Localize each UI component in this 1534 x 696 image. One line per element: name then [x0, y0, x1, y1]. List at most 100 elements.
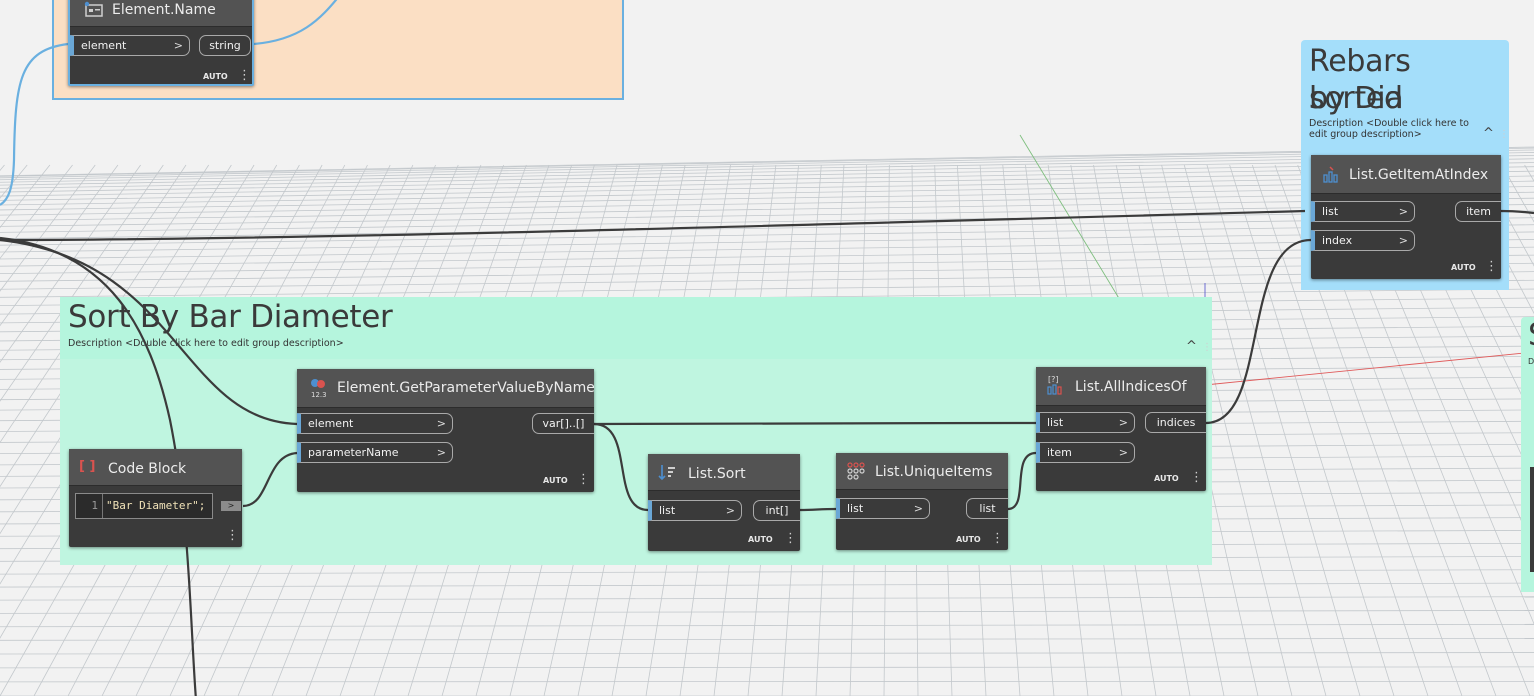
group-description[interactable]: D [1528, 357, 1534, 366]
output-port-var[interactable]: var[]..[] [532, 413, 594, 434]
node-list-unique-items[interactable]: List.UniqueItems list > list AUTO ⋮ [836, 453, 1008, 550]
port-label: item [1047, 446, 1072, 459]
list-get-item-icon [1323, 166, 1338, 183]
port-label: indices [1156, 416, 1196, 429]
port-arrow-icon: > [436, 417, 446, 430]
svg-text:[?]: [?] [1048, 375, 1059, 384]
port-label: list [1322, 205, 1339, 218]
node-title: Code Block [108, 461, 187, 477]
node-header[interactable]: List.UniqueItems [836, 453, 1008, 490]
node-list-get-item-at-index[interactable]: List.GetItemAtIndex list > index > item … [1311, 155, 1501, 279]
grid-row-line [0, 637, 1534, 641]
port-label: element [308, 417, 354, 430]
lacing-label[interactable]: AUTO [748, 535, 773, 544]
node-header[interactable]: [ ] Code Block [69, 449, 242, 486]
node-header[interactable]: List.Sort [648, 454, 800, 491]
sort-icon [658, 465, 675, 481]
group-description[interactable]: Description <Double click here to edit g… [68, 338, 344, 349]
group-title[interactable]: Sort By Bar Diameter [68, 299, 393, 336]
input-port-element[interactable]: element > [70, 35, 190, 56]
input-port-list[interactable]: list > [648, 500, 742, 521]
port-label: item [1466, 205, 1491, 218]
port-arrow-icon: > [913, 502, 923, 515]
node-list-all-indices-of[interactable]: [?] List.AllIndicesOf list > item > indi… [1036, 367, 1206, 491]
lacing-label[interactable]: AUTO [1451, 263, 1476, 272]
port-arrow-icon: > [1398, 205, 1408, 218]
port-label: list [979, 502, 996, 515]
group-description-line-1[interactable]: Description <Double click here to [1309, 118, 1469, 129]
node-title: Element.Name [112, 2, 216, 18]
input-port-list[interactable]: list > [1036, 412, 1135, 433]
output-port-string[interactable]: string [199, 35, 251, 56]
input-port-index[interactable]: index > [1311, 230, 1415, 251]
port-label: list [659, 504, 676, 517]
input-port-list[interactable]: list > [836, 498, 930, 519]
port-label: int[] [765, 504, 789, 517]
code-editor[interactable]: 1 "Bar Diameter"; [75, 493, 213, 519]
grid-row-line [0, 652, 1534, 655]
node-title: List.AllIndicesOf [1075, 379, 1187, 395]
lacing-label[interactable]: AUTO [1154, 474, 1179, 483]
svg-text:12.3: 12.3 [311, 391, 327, 399]
line-number: 1 [76, 494, 103, 518]
output-port-indices[interactable]: indices [1145, 412, 1206, 433]
port-label: parameterName [308, 446, 399, 459]
node-menu-icon[interactable]: ⋮ [1190, 471, 1203, 484]
node-header[interactable]: 12.3 Element.GetParameterValueByName [297, 369, 595, 408]
node-menu-icon[interactable]: ⋮ [784, 532, 797, 545]
output-port-item[interactable]: item [1455, 201, 1501, 222]
unique-items-icon [847, 462, 865, 480]
element-icon [84, 1, 103, 17]
input-port-item[interactable]: item > [1036, 442, 1135, 463]
group-title-line-2[interactable]: by Dia [1309, 80, 1404, 117]
node-title: List.Sort [688, 466, 746, 482]
port-label: index [1322, 234, 1353, 247]
grid-row-line [0, 596, 1534, 601]
node-menu-icon[interactable]: ⋮ [226, 529, 239, 542]
port-arrow-icon: > [725, 504, 735, 517]
node-header[interactable]: Element.Name [70, 0, 252, 27]
port-label: string [209, 39, 241, 52]
node-header[interactable]: List.GetItemAtIndex [1311, 155, 1501, 194]
lacing-label[interactable]: AUTO [543, 476, 568, 485]
node-title: Element.GetParameterValueByName [337, 380, 595, 396]
collapse-icon[interactable]: ^ [1186, 339, 1197, 354]
group-title[interactable]: S [1528, 317, 1534, 354]
lacing-label[interactable]: AUTO [956, 535, 981, 544]
grid-row-line [0, 569, 1534, 575]
node-header[interactable]: [?] List.AllIndicesOf [1036, 367, 1206, 406]
port-label: element [81, 39, 127, 52]
input-port-element[interactable]: element > [297, 413, 453, 434]
output-port-list[interactable]: list [966, 498, 1008, 519]
output-port-int[interactable]: int[] [753, 500, 800, 521]
node-list-sort[interactable]: List.Sort list > int[] AUTO ⋮ [648, 454, 800, 551]
node-title: List.GetItemAtIndex [1349, 167, 1489, 183]
group-right-edge[interactable]: S D [1521, 317, 1534, 592]
group-menu-icon[interactable]: ⋮ [1499, 128, 1509, 141]
grid-row-line [0, 623, 1534, 628]
grid-column-line [0, 164, 5, 171]
node-code-block[interactable]: [ ] Code Block 1 "Bar Diameter"; > ⋮ [69, 449, 242, 547]
port-label: list [847, 502, 864, 515]
grid-row-line [0, 666, 1534, 669]
node-element-get-parameter-value-by-name[interactable]: 12.3 Element.GetParameterValueByName ele… [297, 369, 595, 492]
partial-node[interactable] [1530, 467, 1534, 572]
port-arrow-icon: > [1118, 416, 1128, 429]
output-port-code[interactable]: > [221, 501, 241, 511]
node-menu-icon[interactable]: ⋮ [1485, 260, 1498, 273]
code-text: "Bar Diameter"; [106, 499, 206, 512]
port-arrow-icon: > [1398, 234, 1408, 247]
all-indices-icon: [?] [1047, 375, 1062, 395]
collapse-icon[interactable]: ^ [1483, 126, 1494, 141]
port-label: var[]..[] [542, 417, 585, 430]
node-menu-icon[interactable]: ⋮ [991, 532, 1004, 545]
node-element-name[interactable]: Element.Name element > string AUTO ⋮ [68, 0, 254, 86]
group-description-line-2[interactable]: edit group description> [1309, 129, 1422, 140]
lacing-label[interactable]: AUTO [203, 72, 228, 81]
input-port-list[interactable]: list > [1311, 201, 1415, 222]
node-menu-icon[interactable]: ⋮ [238, 69, 251, 82]
group-menu-icon[interactable]: ⋮ [1202, 341, 1212, 354]
input-port-parameter-name[interactable]: parameterName > [297, 442, 453, 463]
node-menu-icon[interactable]: ⋮ [577, 473, 590, 486]
port-arrow-icon: > [173, 39, 183, 52]
